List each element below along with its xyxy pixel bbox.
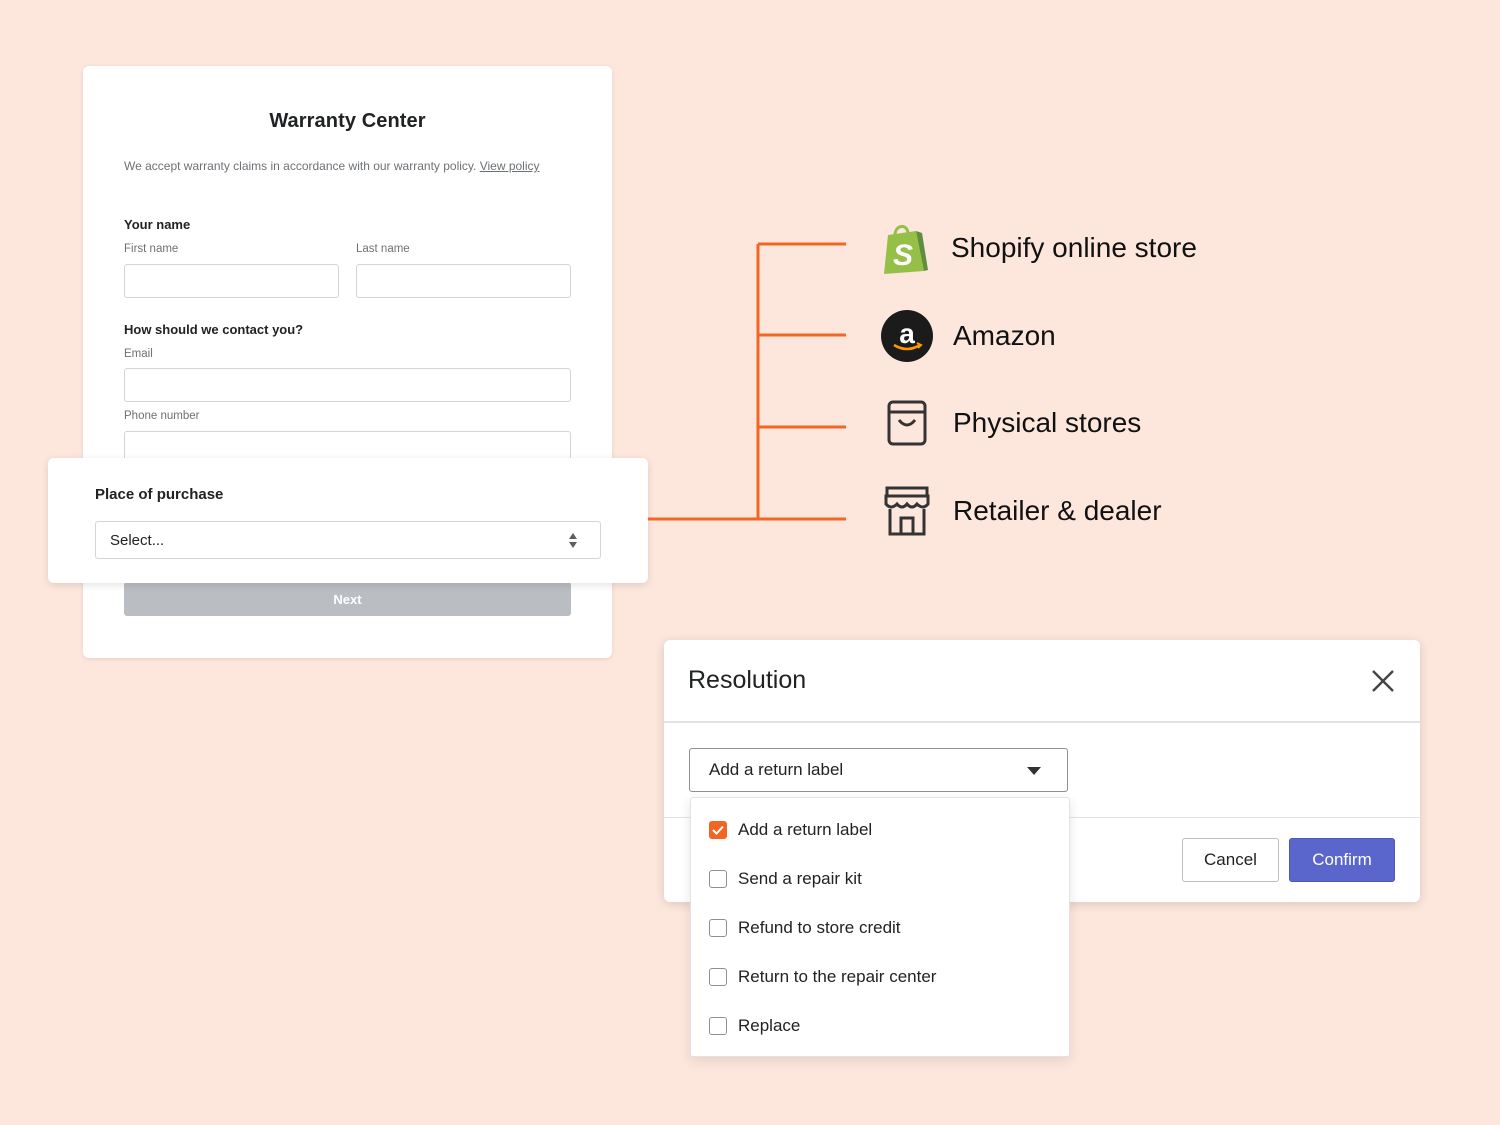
option-add-return-label[interactable]: Add a return label [709,820,872,840]
option-refund-store-credit[interactable]: Refund to store credit [709,918,901,938]
shopping-bag-icon [880,396,934,450]
phone-label: Phone number [124,410,200,422]
place-of-purchase-card: Place of purchase Select... [48,458,648,583]
store-amazon: a Amazon [880,309,1056,363]
option-label: Send a repair kit [738,869,862,888]
form-intro-text: We accept warranty claims in accordance … [124,159,477,173]
place-of-purchase-select[interactable]: Select... [95,521,601,559]
store-retailer: Retailer & dealer [880,484,1162,538]
resolution-select-value: Add a return label [709,760,844,779]
checkbox-icon[interactable] [709,870,727,888]
next-button[interactable]: Next [124,582,571,616]
caret-down-icon [1027,767,1041,775]
option-label: Refund to store credit [738,918,901,937]
store-label: Physical stores [953,407,1142,438]
cancel-button[interactable]: Cancel [1182,838,1279,882]
option-send-repair-kit[interactable]: Send a repair kit [709,869,862,889]
checkbox-checked-icon[interactable] [709,821,727,839]
store-shopify: S Shopify online store [878,221,1197,275]
store-physical: Physical stores [880,396,1141,450]
option-label: Replace [738,1016,801,1035]
svg-text:S: S [893,239,913,272]
select-arrows-icon [569,533,577,548]
form-title: Warranty Center [269,110,426,132]
option-label: Add a return label [738,820,873,839]
checkbox-icon[interactable] [709,919,727,937]
confirm-button[interactable]: Confirm [1289,838,1395,882]
storefront-icon [880,484,934,538]
shopify-bag-icon: S [878,221,932,275]
email-label: Email [124,348,153,360]
checkbox-icon[interactable] [709,1017,727,1035]
first-name-input[interactable] [124,264,339,298]
connector-lines [648,242,846,521]
last-name-input[interactable] [356,264,571,298]
resolution-select[interactable]: Add a return label [689,748,1068,792]
store-label: Shopify online store [951,232,1197,263]
email-input[interactable] [124,368,571,402]
svg-text:a: a [899,318,915,349]
close-icon[interactable] [1370,668,1396,694]
resolution-options-list: Add a return label Send a repair kit Ref… [690,797,1070,1057]
place-of-purchase-label: Place of purchase [95,486,224,503]
name-section-label: Your name [124,217,191,232]
option-return-repair-center[interactable]: Return to the repair center [709,967,936,987]
last-name-label: Last name [356,243,410,255]
amazon-icon: a [880,309,934,363]
store-label: Retailer & dealer [953,495,1162,526]
modal-title: Resolution [688,666,807,694]
option-label: Return to the repair center [738,967,937,986]
checkbox-icon[interactable] [709,968,727,986]
store-label: Amazon [953,320,1056,351]
first-name-label: First name [124,243,179,255]
contact-section-label: How should we contact you? [124,322,304,337]
form-intro: We accept warranty claims in accordance … [124,157,571,175]
place-of-purchase-value: Select... [110,531,165,549]
option-replace[interactable]: Replace [709,1016,800,1036]
modal-divider [664,721,1420,723]
view-policy-link[interactable]: View policy [480,159,540,173]
